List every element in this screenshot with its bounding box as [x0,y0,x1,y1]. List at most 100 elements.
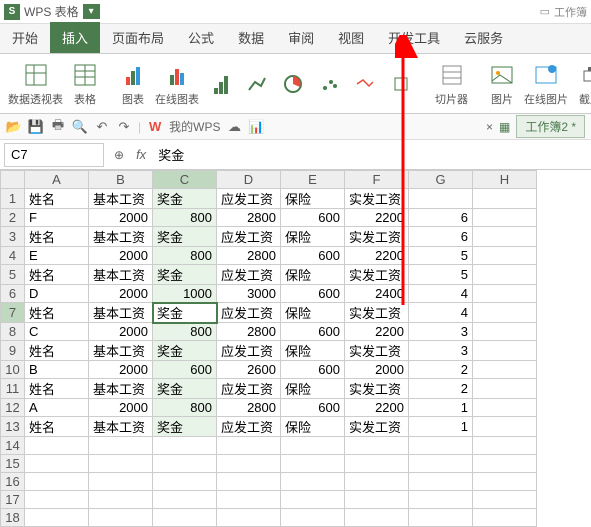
cell[interactable]: 奖金 [153,341,217,361]
cell[interactable]: 奖金 [153,417,217,437]
row-header[interactable]: 3 [1,227,25,247]
cell[interactable] [345,437,409,455]
cell[interactable] [217,455,281,473]
cell[interactable] [217,437,281,455]
picture-button[interactable]: 图片 [488,61,516,107]
cell[interactable] [473,265,537,285]
chart-type-3-button[interactable] [279,70,307,98]
redo-icon[interactable]: ↷ [116,119,132,135]
cell[interactable]: 应发工资 [217,265,281,285]
tab-4[interactable]: 数据 [226,22,276,53]
cell[interactable]: 2000 [89,285,153,303]
row-header[interactable]: 16 [1,473,25,491]
cell[interactable]: 600 [281,323,345,341]
cell[interactable] [473,209,537,227]
cell[interactable]: 实发工资 [345,265,409,285]
cell[interactable]: 600 [281,399,345,417]
cell[interactable]: 2000 [345,361,409,379]
cell[interactable]: F [25,209,89,227]
cell[interactable]: 保险 [281,417,345,437]
cell[interactable]: 保险 [281,379,345,399]
col-header-A[interactable]: A [25,171,89,189]
cell[interactable] [153,437,217,455]
cell[interactable] [281,473,345,491]
cell[interactable]: 2200 [345,323,409,341]
cell[interactable]: 保险 [281,227,345,247]
row-header[interactable]: 10 [1,361,25,379]
cell[interactable] [473,361,537,379]
row-header[interactable]: 6 [1,285,25,303]
cell[interactable] [153,491,217,509]
chart-button[interactable]: 图表 [119,61,147,107]
cell[interactable]: 2 [409,361,473,379]
cell[interactable]: E [25,247,89,265]
cell[interactable] [473,341,537,361]
cell[interactable] [473,379,537,399]
cell[interactable]: 1000 [153,285,217,303]
col-header-F[interactable]: F [345,171,409,189]
close-tab-icon[interactable]: × [486,120,493,134]
cell[interactable] [473,227,537,247]
col-header-B[interactable]: B [89,171,153,189]
cell[interactable]: 基本工资 [89,417,153,437]
row-header[interactable]: 14 [1,437,25,455]
col-header-C[interactable]: C [153,171,217,189]
cell[interactable] [281,491,345,509]
cell[interactable]: 3000 [217,285,281,303]
cell[interactable] [89,437,153,455]
cell[interactable] [25,491,89,509]
cell[interactable]: 2000 [89,209,153,227]
cell[interactable]: 基本工资 [89,189,153,209]
my-wps-link[interactable]: 我的WPS [169,118,220,135]
tab-2[interactable]: 页面布局 [100,22,176,53]
app-dropdown-icon[interactable]: ▾ [83,4,100,19]
cell[interactable]: B [25,361,89,379]
chart-type-2-button[interactable] [243,70,271,98]
row-header[interactable]: 5 [1,265,25,285]
cloud-icon[interactable]: ☁ [226,119,242,135]
cell[interactable] [473,417,537,437]
cell[interactable]: 2800 [217,247,281,265]
cell[interactable] [473,285,537,303]
cell[interactable]: 实发工资 [345,341,409,361]
cell[interactable] [217,473,281,491]
workbench-icon[interactable]: ▭ [540,5,550,18]
screenshot-button[interactable]: 截屏 [576,61,591,107]
cell[interactable]: 2800 [217,209,281,227]
open-icon[interactable]: 📂 [6,119,22,135]
cell[interactable]: 奖金 [153,265,217,285]
cell[interactable] [345,473,409,491]
cell[interactable] [473,399,537,417]
cell[interactable]: 基本工资 [89,379,153,399]
cell[interactable]: 1 [409,399,473,417]
cell[interactable]: 奖金 [153,189,217,209]
cell[interactable]: 应发工资 [217,303,281,323]
table-button[interactable]: 表格 [71,61,99,107]
cell[interactable]: 6 [409,209,473,227]
cell[interactable]: 应发工资 [217,341,281,361]
share-icon[interactable]: 📊 [248,119,264,135]
cell[interactable]: 2200 [345,399,409,417]
cell[interactable]: 5 [409,247,473,265]
cell[interactable]: 姓名 [25,189,89,209]
row-header[interactable]: 18 [1,509,25,527]
cell[interactable]: 姓名 [25,303,89,323]
col-header-E[interactable]: E [281,171,345,189]
col-header-D[interactable]: D [217,171,281,189]
cell[interactable]: C [25,323,89,341]
cell[interactable] [473,247,537,265]
row-header[interactable]: 8 [1,323,25,341]
cell[interactable] [281,455,345,473]
cell[interactable]: 2000 [89,247,153,265]
cell[interactable] [217,491,281,509]
cell[interactable]: 4 [409,285,473,303]
cell[interactable]: 800 [153,323,217,341]
cell[interactable]: 姓名 [25,341,89,361]
chart-type-6-button[interactable] [387,70,415,98]
cell[interactable] [473,437,537,455]
cell[interactable]: 5 [409,265,473,285]
cell[interactable]: A [25,399,89,417]
cell[interactable]: 奖金 [153,227,217,247]
preview-icon[interactable]: 🔍 [72,119,88,135]
cell[interactable]: 姓名 [25,227,89,247]
